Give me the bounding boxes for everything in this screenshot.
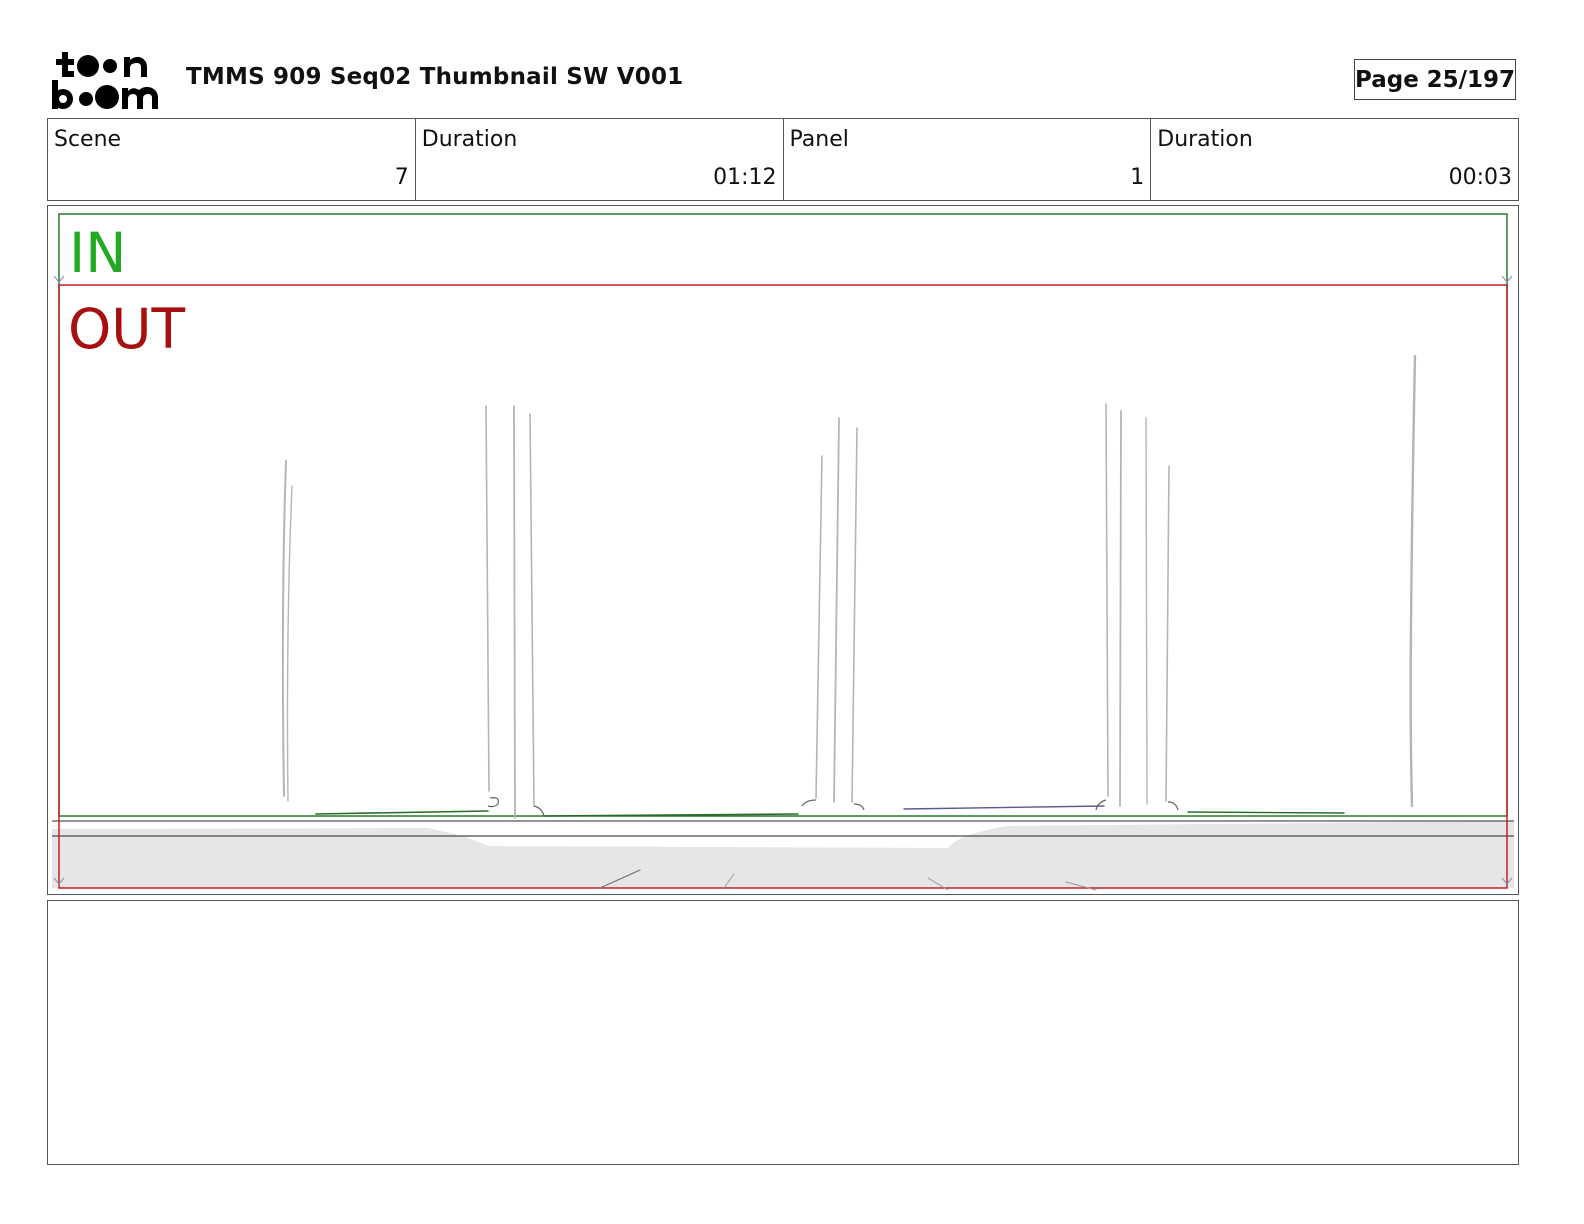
panel-value: 1: [1130, 165, 1145, 190]
document-title: TMMS 909 Seq02 Thumbnail SW V001: [186, 64, 684, 90]
panel-duration-cell: Duration 00:03: [1151, 119, 1518, 200]
ground-shape: [52, 821, 1514, 888]
page-label: Page: [1355, 66, 1419, 93]
panel-duration-value: 00:03: [1448, 165, 1512, 190]
in-frame-label: IN: [69, 221, 127, 285]
toon-boom-logo: [52, 52, 158, 109]
panel-info-row: Scene 7 Duration 01:12 Panel 1 Duration …: [47, 118, 1519, 201]
panel-sketch: [52, 213, 1514, 891]
scene-label: Scene: [54, 127, 122, 152]
panel-drawing: IN OUT: [47, 205, 1519, 895]
scene-duration-label: Duration: [421, 127, 518, 152]
scene-duration-value: 01:12: [713, 165, 777, 190]
out-frame-label: OUT: [68, 297, 186, 361]
panel-cell: Panel 1: [784, 119, 1152, 200]
scene-value: 7: [394, 165, 409, 190]
page-number: 25/197: [1426, 66, 1515, 93]
panel-notes-box[interactable]: [47, 900, 1519, 1165]
scene-cell: Scene 7: [48, 119, 416, 200]
panel-label: Panel: [789, 127, 849, 152]
in-frame: [58, 213, 1508, 817]
panel-duration-label: Duration: [1157, 127, 1253, 152]
page-indicator: Page 25/197: [1354, 59, 1516, 100]
scene-duration-cell: Duration 01:12: [416, 119, 784, 200]
out-frame: [58, 284, 1508, 889]
